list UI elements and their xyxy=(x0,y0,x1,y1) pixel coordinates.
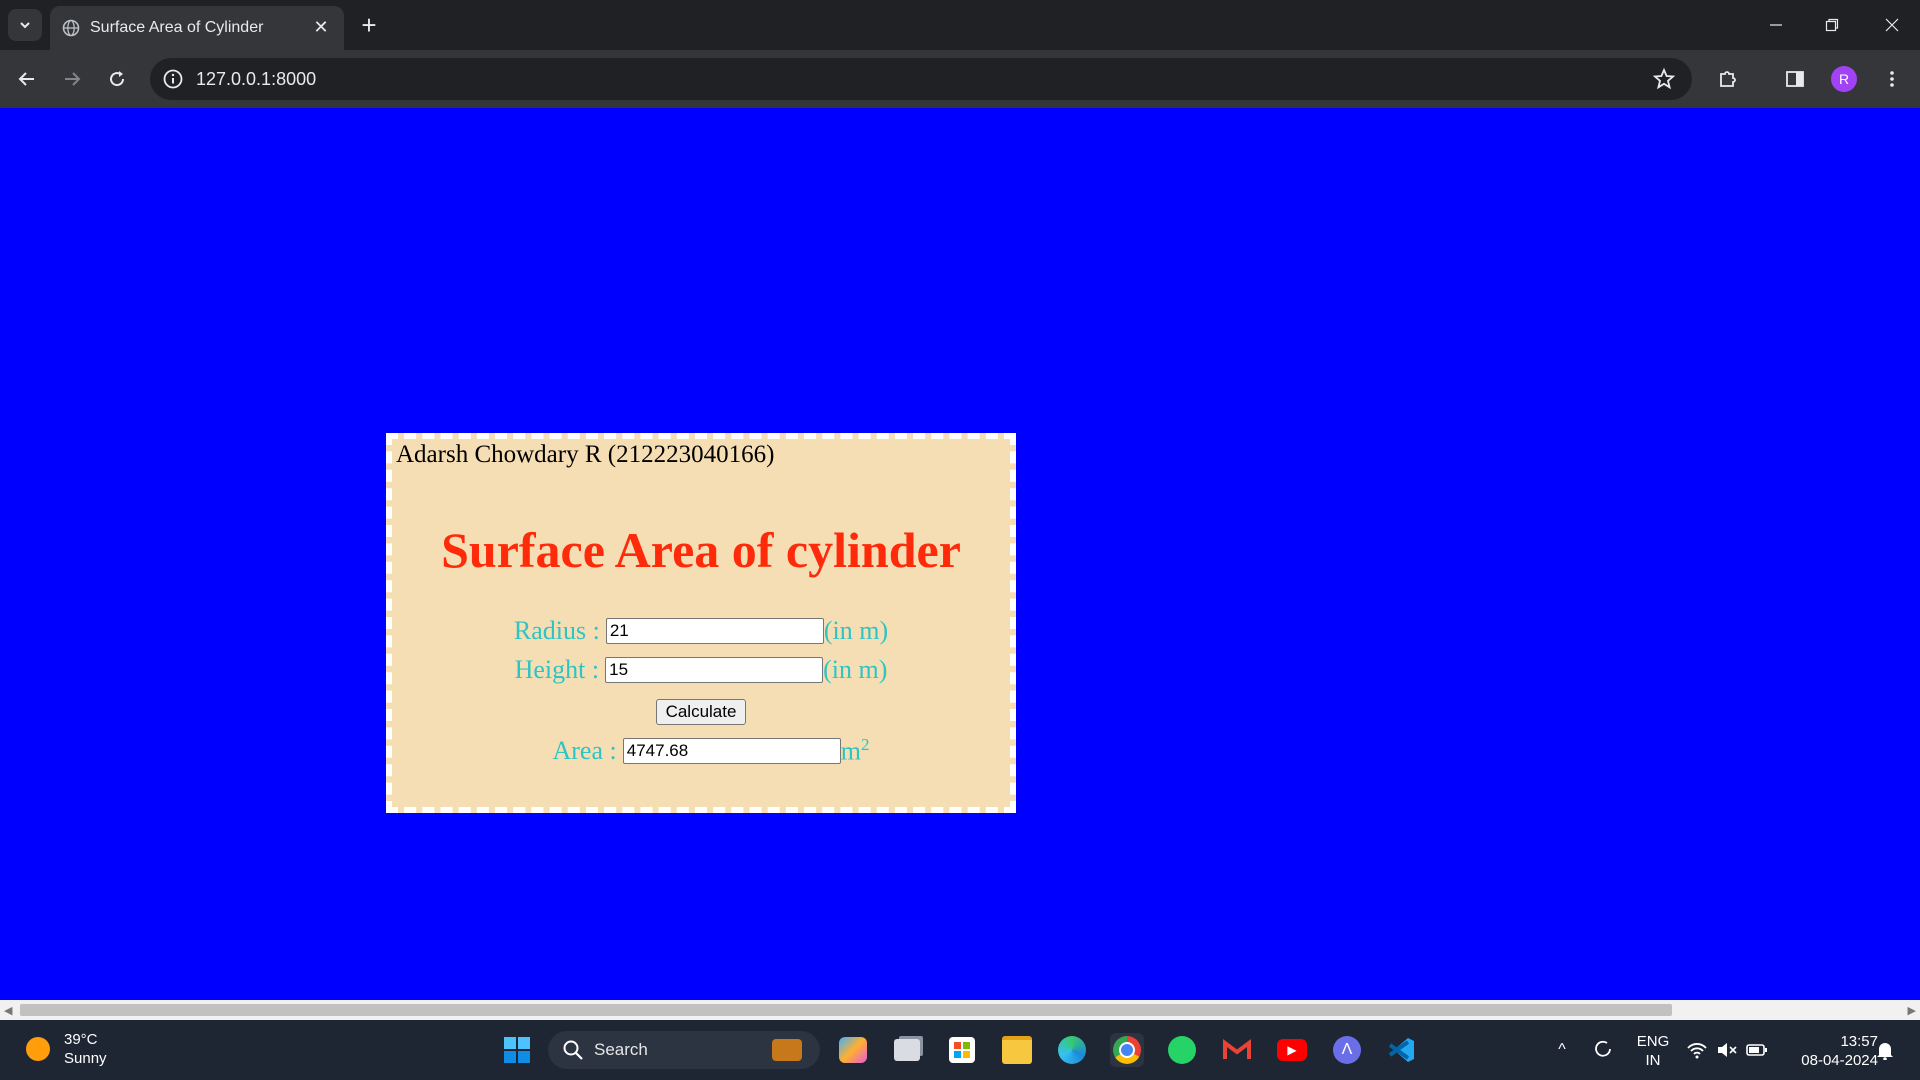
reload-icon xyxy=(110,71,125,87)
start-button[interactable] xyxy=(500,1033,534,1067)
close-window-button[interactable] xyxy=(1864,0,1920,50)
battery-icon[interactable] xyxy=(1740,1033,1774,1067)
taskbar-search[interactable]: Search xyxy=(548,1031,820,1069)
arrow-right-icon xyxy=(65,72,81,86)
clock-date: 08-04-2024 xyxy=(1801,1052,1878,1069)
scrollbar-thumb[interactable] xyxy=(20,1004,1672,1016)
scroll-right-icon[interactable]: ▶ xyxy=(1908,1004,1916,1017)
chevron-down-icon xyxy=(20,22,30,29)
copilot-app-icon[interactable] xyxy=(836,1033,870,1067)
whatsapp-icon[interactable] xyxy=(1165,1033,1199,1067)
search-icon xyxy=(563,1040,583,1060)
clock[interactable]: 13:57 08-04-2024 xyxy=(1782,1032,1878,1070)
side-panel-icon xyxy=(1786,71,1804,87)
globe-icon xyxy=(62,19,80,37)
calculator-card: Adarsh Chowdary R (212223040166) Surface… xyxy=(386,433,1016,813)
radius-row: Radius : (in m) xyxy=(392,616,1010,646)
app-launcher-icon[interactable]: Λ xyxy=(1330,1033,1364,1067)
area-label: Area : xyxy=(552,735,617,765)
extensions-button[interactable] xyxy=(1711,62,1745,96)
tab-title: Surface Area of Cylinder xyxy=(90,19,264,36)
taskbar: 39°C Sunny Search ▶ Λ ^ ENG IN 13:57 08-… xyxy=(0,1020,1920,1080)
area-output[interactable] xyxy=(622,737,841,764)
forward-button[interactable] xyxy=(55,62,89,96)
clock-time: 13:57 xyxy=(1840,1033,1878,1050)
profile-avatar[interactable]: R xyxy=(1831,66,1857,92)
close-icon xyxy=(1885,18,1899,32)
restore-icon xyxy=(1825,18,1839,32)
height-unit: (in m) xyxy=(823,655,888,684)
address-bar[interactable]: 127.0.0.1:8000 xyxy=(150,58,1692,100)
back-button[interactable] xyxy=(10,62,44,96)
more-vertical-icon xyxy=(1890,71,1894,87)
side-panel-button[interactable] xyxy=(1778,62,1812,96)
language-bottom: IN xyxy=(1645,1052,1661,1069)
tab-search-button[interactable] xyxy=(8,9,42,41)
area-unit: m2 xyxy=(841,735,870,767)
task-view-icon[interactable] xyxy=(890,1033,924,1067)
weather-widget[interactable]: 39°C Sunny xyxy=(26,1030,107,1068)
tab-close-icon[interactable]: ✕ xyxy=(310,16,332,38)
weather-temp: 39°C xyxy=(64,1031,98,1048)
radius-unit: (in m) xyxy=(823,616,889,645)
search-highlight-icon xyxy=(772,1039,802,1061)
edge-browser-icon[interactable] xyxy=(1055,1033,1089,1067)
browser-menu-button[interactable] xyxy=(1875,62,1909,96)
height-input[interactable] xyxy=(605,657,824,683)
url-text: 127.0.0.1:8000 xyxy=(196,69,317,89)
browser-toolbar: 127.0.0.1:8000 R xyxy=(0,50,1920,108)
wifi-icon[interactable] xyxy=(1680,1033,1714,1067)
site-info-icon[interactable] xyxy=(162,68,184,90)
restore-button[interactable] xyxy=(1804,0,1860,50)
minimize-button[interactable] xyxy=(1748,0,1804,50)
height-label: Height : xyxy=(514,655,600,684)
bookmark-star-icon[interactable] xyxy=(1652,67,1676,91)
radius-input[interactable] xyxy=(605,618,824,644)
weather-desc: Sunny xyxy=(64,1050,107,1067)
radius-label: Radius : xyxy=(513,616,600,645)
tray-placeholder xyxy=(0,1033,34,1067)
calculate-button[interactable]: Calculate xyxy=(655,699,747,725)
scroll-left-icon[interactable]: ◀ xyxy=(4,1004,12,1017)
search-label: Search xyxy=(594,1040,648,1059)
page-viewport: Adarsh Chowdary R (212223040166) Surface… xyxy=(0,108,1920,1000)
vscode-icon[interactable] xyxy=(1385,1033,1419,1067)
area-row: Area : m2 xyxy=(392,735,1010,767)
author-text: Adarsh Chowdary R (212223040166) xyxy=(396,441,775,468)
volume-muted-icon[interactable] xyxy=(1710,1033,1744,1067)
youtube-icon[interactable]: ▶ xyxy=(1275,1033,1309,1067)
chrome-browser-icon[interactable] xyxy=(1110,1033,1144,1067)
sync-icon[interactable] xyxy=(1586,1033,1620,1067)
language-indicator[interactable]: ENG IN xyxy=(1628,1032,1678,1070)
tab-strip: Surface Area of Cylinder ✕ + xyxy=(0,0,1920,50)
new-tab-button[interactable]: + xyxy=(354,10,384,40)
area-unit-exponent: 2 xyxy=(860,735,870,754)
chevron-up-icon[interactable]: ^ xyxy=(1545,1033,1579,1067)
height-row: Height : (in m) xyxy=(392,655,1010,685)
arrow-left-icon xyxy=(18,72,34,86)
gmail-icon[interactable] xyxy=(1220,1033,1254,1067)
area-unit-base: m xyxy=(840,736,861,766)
store-app-icon[interactable] xyxy=(945,1033,979,1067)
browser-tab[interactable]: Surface Area of Cylinder ✕ xyxy=(50,6,344,50)
page-title: Surface Area of cylinder xyxy=(441,522,961,578)
puzzle-icon xyxy=(1720,71,1736,87)
language-top: ENG xyxy=(1636,1033,1670,1050)
button-row: Calculate xyxy=(392,699,1010,725)
minimize-icon xyxy=(1770,24,1782,26)
notification-bell-icon[interactable] xyxy=(1868,1033,1902,1067)
windows-logo-icon xyxy=(504,1037,530,1063)
reload-button[interactable] xyxy=(100,62,134,96)
file-explorer-icon[interactable] xyxy=(1000,1033,1034,1067)
horizontal-scrollbar[interactable]: ◀ ▶ xyxy=(0,1000,1920,1020)
